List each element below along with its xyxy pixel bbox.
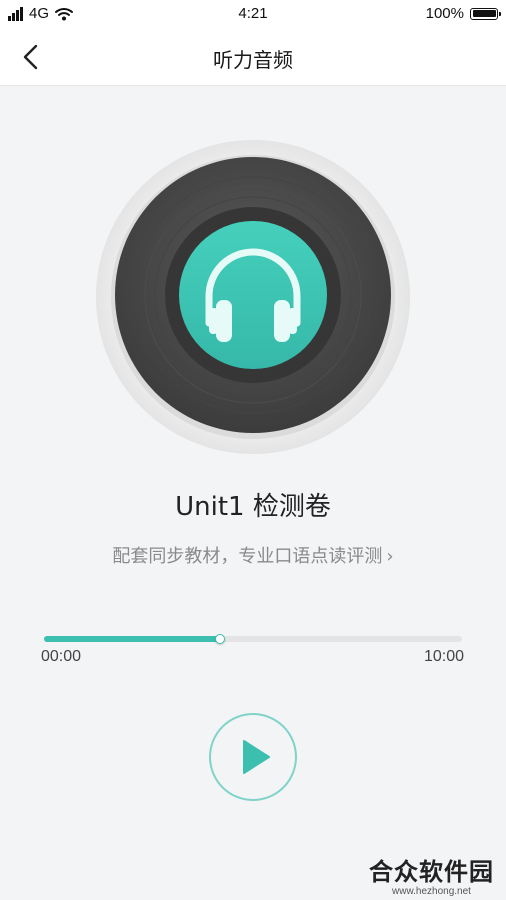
battery-icon: [470, 7, 501, 20]
progress-bar[interactable]: [44, 634, 462, 644]
total-time: 10:00: [423, 648, 464, 665]
progress-fill: [44, 636, 220, 642]
track-title: Unit1 检测卷: [175, 492, 331, 522]
watermark: 合众软件园 www.hezhong.net: [369, 852, 494, 897]
nav-bar: 听力音频: [0, 28, 506, 86]
page-title: 听力音频: [213, 48, 293, 72]
watermark-url: www.hezhong.net: [392, 886, 471, 897]
watermark-title: 合众软件园: [369, 858, 494, 886]
progress-thumb[interactable]: [214, 634, 225, 644]
play-icon: [243, 740, 270, 774]
track-subtitle-text: 配套同步教材，专业口语点读评测: [112, 546, 383, 567]
status-right: 100%: [425, 5, 501, 22]
status-bar: 4G 4:21 100%: [0, 0, 506, 28]
track-subtitle-link[interactable]: 配套同步教材，专业口语点读评测 ›: [0, 542, 506, 568]
chevron-right-icon: ›: [386, 546, 394, 567]
play-button[interactable]: [208, 712, 298, 802]
vinyl-disc: [96, 140, 410, 454]
battery-percent: 100%: [425, 5, 464, 22]
current-time: 00:00: [41, 648, 82, 665]
